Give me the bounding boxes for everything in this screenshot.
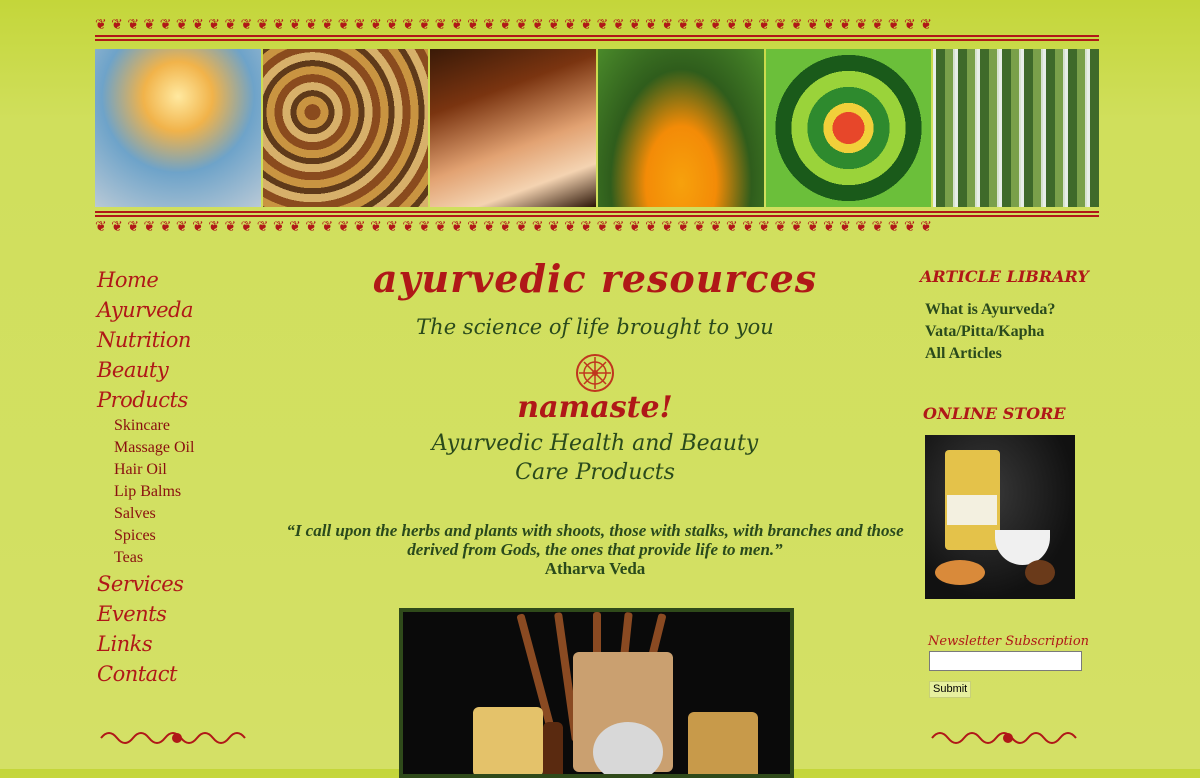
- banner-birch-forest-image: [933, 49, 1100, 207]
- article-library-heading: ARTICLE LIBRARY: [920, 267, 1089, 286]
- nav-sub-massage-oil[interactable]: Massage Oil: [97, 437, 267, 459]
- nav-home[interactable]: Home: [97, 265, 267, 295]
- nav-ayurveda[interactable]: Ayurveda: [97, 295, 267, 325]
- subheading: Ayurvedic Health and Beauty Care Product…: [431, 431, 759, 485]
- nav-sub-hair-oil[interactable]: Hair Oil: [97, 459, 267, 481]
- banner-meditation-image: [95, 49, 261, 207]
- nav-sub-teas[interactable]: Teas: [97, 547, 267, 569]
- quote-author: Atharva Veda: [544, 559, 646, 578]
- banner-mandala-image: [765, 49, 932, 207]
- nav-services[interactable]: Services: [97, 569, 267, 599]
- banner-butterfly-image: [598, 49, 764, 207]
- site-title: ayurvedic resources: [372, 256, 818, 301]
- left-swirl-divider-icon: [99, 728, 255, 752]
- quote-text: “I call upon the herbs and plants with s…: [286, 521, 904, 559]
- right-sidebar: ARTICLE LIBRARY What is Ayurveda? Vata/P…: [920, 265, 1100, 426]
- banner-oil-therapy-image: [430, 49, 597, 207]
- right-swirl-divider-icon: [930, 728, 1086, 752]
- nav-beauty[interactable]: Beauty: [97, 355, 267, 385]
- online-store-heading: ONLINE STORE: [923, 404, 1066, 423]
- featured-products-image: [399, 608, 794, 778]
- nav-sub-salves[interactable]: Salves: [97, 503, 267, 525]
- greeting: namaste!: [517, 390, 673, 425]
- lotus-icon: [576, 354, 614, 392]
- article-link-doshas[interactable]: Vata/Pitta/Kapha: [920, 321, 1100, 343]
- nav-sub-spices[interactable]: Spices: [97, 525, 267, 547]
- online-store-product-image[interactable]: [925, 435, 1075, 599]
- nav-products[interactable]: Products: [97, 385, 267, 415]
- article-link-all-articles[interactable]: All Articles: [920, 343, 1100, 365]
- main-navigation: Home Ayurveda Nutrition Beauty Products …: [97, 265, 267, 689]
- bottom-decorative-border: ❦ ❦ ❦ ❦ ❦ ❦ ❦ ❦ ❦ ❦ ❦ ❦ ❦ ❦ ❦ ❦ ❦ ❦ ❦ ❦ …: [95, 208, 1099, 238]
- tagline: The science of life brought to you: [416, 315, 774, 339]
- newsletter-label: Newsletter Subscription: [928, 634, 1090, 649]
- header-banner: [95, 49, 1100, 207]
- top-decorative-border: ❦ ❦ ❦ ❦ ❦ ❦ ❦ ❦ ❦ ❦ ❦ ❦ ❦ ❦ ❦ ❦ ❦ ❦ ❦ ❦ …: [95, 14, 1099, 44]
- nav-contact[interactable]: Contact: [97, 659, 267, 689]
- nav-links[interactable]: Links: [97, 629, 267, 659]
- main-content: ayurvedic resources The science of life …: [280, 255, 910, 578]
- nav-nutrition[interactable]: Nutrition: [97, 325, 267, 355]
- nav-events[interactable]: Events: [97, 599, 267, 629]
- article-link-what-is-ayurveda[interactable]: What is Ayurveda?: [920, 299, 1100, 321]
- nav-sub-skincare[interactable]: Skincare: [97, 415, 267, 437]
- nav-sub-lip-balms[interactable]: Lip Balms: [97, 481, 267, 503]
- banner-spices-image: [262, 49, 429, 207]
- newsletter-email-input[interactable]: [929, 651, 1082, 671]
- newsletter-submit-button[interactable]: Submit: [929, 681, 972, 698]
